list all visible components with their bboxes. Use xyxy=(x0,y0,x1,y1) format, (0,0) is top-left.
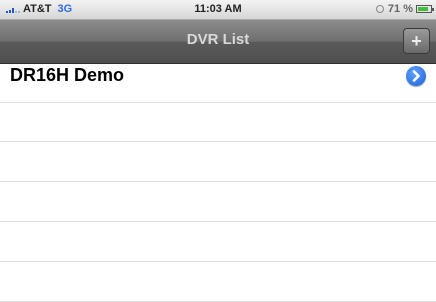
list-item[interactable]: DR16H Demo xyxy=(0,64,436,103)
list-item xyxy=(0,183,436,222)
battery-percent: 71 % xyxy=(387,3,413,15)
navigation-bar: DVR List + xyxy=(0,20,436,64)
status-time: 11:03 AM xyxy=(194,3,242,15)
list-item xyxy=(0,143,436,182)
list-item-title: DR16H Demo xyxy=(10,65,125,85)
status-right: 71 % xyxy=(375,3,434,15)
add-dvr-button[interactable]: + xyxy=(403,28,430,54)
list-item xyxy=(0,223,436,262)
battery-icon xyxy=(416,5,434,13)
detail-disclosure-icon[interactable] xyxy=(406,66,426,86)
dvr-list: DR16H Demo xyxy=(0,64,436,302)
alarm-icon xyxy=(375,5,384,13)
page-title: DVR List xyxy=(186,31,250,48)
status-bar: AT&T 3G 11:03 AM 71 % xyxy=(0,0,436,20)
list-item xyxy=(0,103,436,142)
list-item xyxy=(0,263,436,302)
